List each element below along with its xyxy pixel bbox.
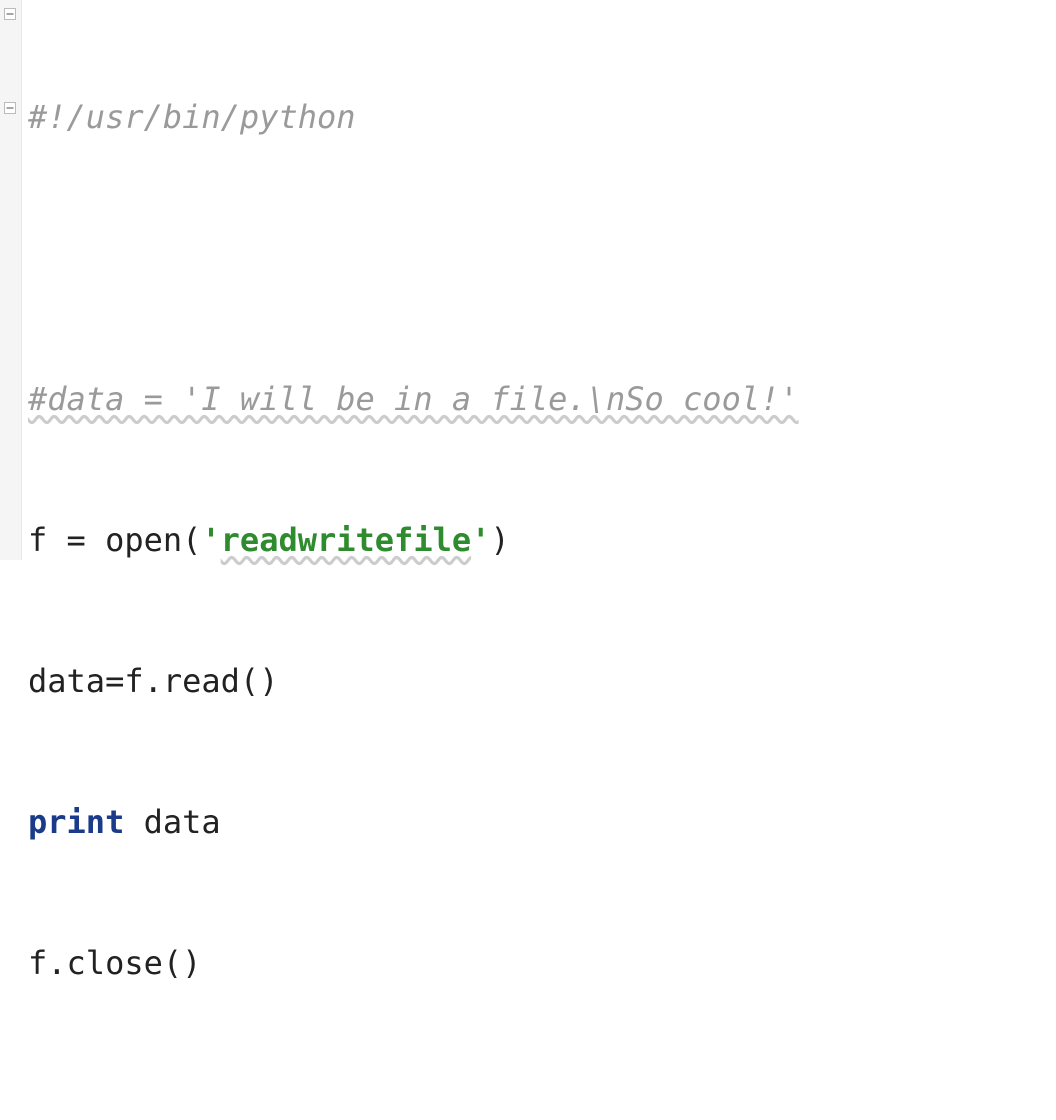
code-line: data=f.read() [28,658,1056,705]
code-text: f = open( [28,517,201,564]
code-line: f.close() [28,940,1056,987]
string-literal: readwritefile [221,517,471,564]
fold-minus-icon[interactable] [4,8,16,20]
code-line: print data [28,799,1056,846]
comment-text: #data = 'I will be in a file.\nSo cool!' [28,376,799,423]
code-text: ) [490,517,509,564]
code-line: #data = 'I will be in a file.\nSo cool!' [28,376,1056,423]
code-line-empty [28,235,1056,282]
code-text: data [124,799,220,846]
string-quote: ' [201,517,220,564]
fold-minus-icon[interactable] [4,102,16,114]
editor-gutter [0,0,22,560]
shebang-comment: #!/usr/bin/python [28,94,356,141]
code-line: f = open('readwritefile') [28,517,1056,564]
keyword-print: print [28,799,124,846]
code-text: data=f.read() [28,658,278,705]
string-quote: ' [471,517,490,564]
code-line: #!/usr/bin/python [28,94,1056,141]
code-editor[interactable]: #!/usr/bin/python #data = 'I will be in … [22,0,1056,560]
code-line-empty [28,1081,1056,1120]
code-text: f.close() [28,940,201,987]
